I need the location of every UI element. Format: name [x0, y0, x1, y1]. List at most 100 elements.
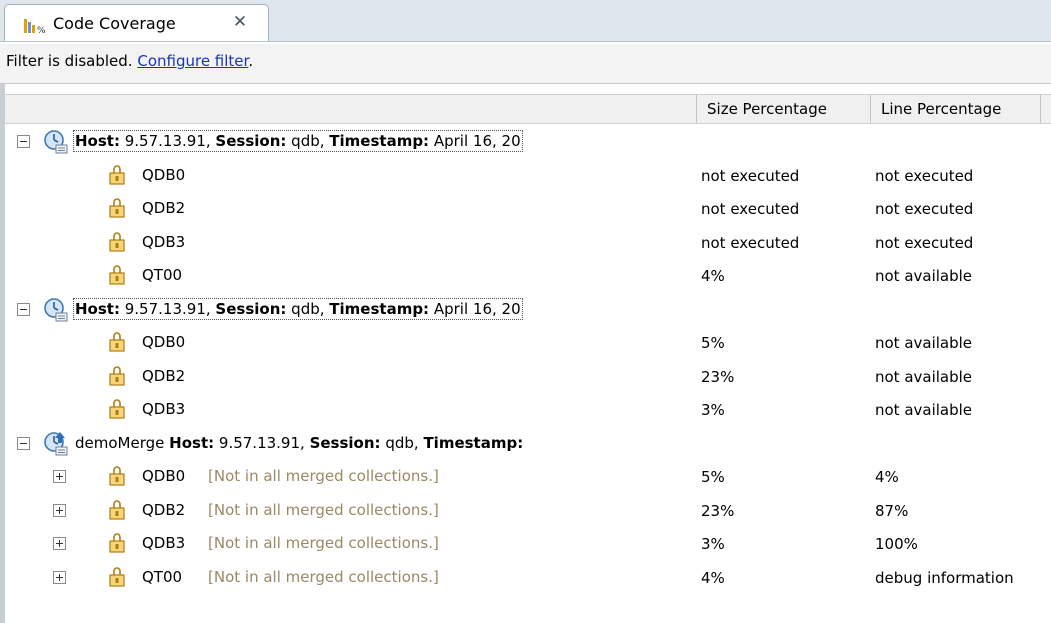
size-percentage: not executed: [701, 166, 800, 185]
timestamp-key: Timestamp:: [329, 132, 430, 150]
expand-toggle-icon[interactable]: [53, 503, 66, 517]
program-name: QDB2: [142, 500, 186, 519]
host-value: 9.57.13.91,: [124, 299, 211, 318]
size-percentage: 5%: [701, 468, 725, 486]
program-name: QT00: [142, 266, 183, 284]
collapse-toggle-icon[interactable]: [17, 436, 30, 450]
host-key: Host:: [75, 299, 120, 318]
program-row[interactable]: QDB2 [Not in all merged collections.] 23% 8…: [5, 494, 1051, 528]
merge-note: [Not in all merged collections.]: [208, 467, 439, 485]
program-row[interactable]: QDB3 [Not in all merged collections.] 3% 10…: [5, 527, 1051, 561]
program-name: QT00: [142, 567, 183, 586]
merge-name: demoMerge: [75, 433, 165, 452]
session-value: qdb,: [291, 132, 325, 150]
program-row[interactable]: QDB3 not executed not executed: [5, 226, 1051, 260]
session-key: Session:: [309, 433, 381, 452]
expand-toggle-icon[interactable]: [53, 570, 66, 584]
line-percentage: not executed: [875, 233, 974, 252]
tab-code-coverage[interactable]: % Code Coverage ✕: [4, 4, 269, 41]
size-percentage: not executed: [701, 200, 800, 218]
program-name: QDB2: [142, 366, 186, 385]
session-row[interactable]: demoMerge Host: 9.57.13.91, Session: qdb…: [5, 427, 1051, 461]
coverage-chart-icon: %: [24, 19, 46, 34]
session-key: Session:: [215, 299, 287, 318]
configure-filter-link[interactable]: Configure filter: [137, 52, 248, 70]
timestamp-value: April 16, 20: [433, 299, 521, 318]
host-value: 9.57.13.91,: [218, 433, 305, 452]
expand-toggle-icon[interactable]: [53, 537, 66, 550]
host-key: Host:: [169, 433, 215, 452]
line-percentage: not executed: [875, 166, 974, 185]
column-header: Size Percentage Line Percentage: [5, 94, 1051, 124]
program-row[interactable]: QDB0 [Not in all merged collections.] 5% 4%: [5, 460, 1051, 494]
size-percentage: 5%: [701, 334, 725, 352]
program-row[interactable]: QDB0 5% not available: [5, 326, 1051, 360]
session-row[interactable]: Host: 9.57.13.91, Session: qdb, Timestam…: [5, 125, 1051, 159]
size-percentage: 23%: [701, 501, 735, 520]
program-object-icon: [108, 198, 126, 218]
merged-session-icon: [43, 431, 69, 457]
program-row[interactable]: QDB2 not executed not executed: [5, 192, 1051, 226]
filter-status-bar: Filter is disabled. Configure filter.: [0, 44, 1051, 84]
line-percentage: not available: [875, 334, 973, 352]
merge-note: [Not in all merged collections.]: [208, 534, 439, 552]
program-object-icon: [108, 533, 126, 553]
merge-note: [Not in all merged collections.]: [208, 500, 439, 519]
program-row[interactable]: QT00 4% not available: [5, 259, 1051, 293]
size-percentage: 3%: [701, 535, 725, 553]
line-percentage: not available: [875, 401, 973, 419]
program-row[interactable]: QDB2 23% not available: [5, 360, 1051, 394]
program-name: QDB3: [142, 232, 186, 251]
filter-status-text: Filter is disabled.: [6, 52, 138, 70]
collapse-toggle-icon[interactable]: [17, 302, 30, 316]
host-value: 9.57.13.91,: [124, 132, 211, 150]
program-object-icon: [108, 265, 126, 285]
clock-session-icon: [43, 297, 69, 323]
size-percentage: 4%: [701, 267, 725, 285]
clock-session-icon: [43, 129, 69, 155]
collapse-toggle-icon[interactable]: [17, 135, 30, 148]
program-name: QDB2: [142, 199, 186, 217]
timestamp-key: Timestamp:: [329, 299, 430, 318]
program-object-icon: [108, 365, 126, 386]
merge-note: [Not in all merged collections.]: [208, 567, 439, 586]
timestamp-value: April 16, 20: [433, 132, 521, 150]
program-name: QDB0: [142, 467, 186, 485]
session-label: Host: 9.57.13.91, Session: qdb, Timestam…: [73, 130, 523, 152]
program-name: QDB3: [142, 400, 186, 418]
program-object-icon: [108, 566, 126, 587]
program-row[interactable]: QDB3 3% not available: [5, 393, 1051, 427]
column-header-size[interactable]: Size Percentage: [697, 95, 871, 123]
host-key: Host:: [75, 132, 120, 150]
size-percentage: 23%: [701, 367, 735, 386]
program-object-icon: [108, 499, 126, 520]
program-object-icon: [108, 399, 126, 419]
program-name: QDB0: [142, 165, 186, 184]
session-key: Session:: [215, 132, 287, 150]
line-percentage: not available: [875, 267, 973, 285]
filter-status-end: .: [248, 52, 254, 70]
column-header-name[interactable]: [5, 95, 697, 123]
filter-status: Filter is disabled. Configure filter.: [6, 52, 253, 70]
svg-text:%: %: [37, 26, 46, 34]
session-label: demoMerge Host: 9.57.13.91, Session: qdb…: [75, 434, 523, 452]
program-name: QDB0: [142, 333, 186, 351]
column-header-line[interactable]: Line Percentage: [871, 95, 1041, 123]
program-row[interactable]: QT00 [Not in all merged collections.] 4% de…: [5, 561, 1051, 595]
session-value: qdb,: [385, 433, 419, 452]
program-row[interactable]: QDB0 not executed not executed: [5, 159, 1051, 193]
session-value: qdb,: [291, 299, 325, 318]
size-percentage: 4%: [701, 568, 725, 587]
tab-title: Code Coverage: [53, 14, 176, 33]
expand-toggle-icon[interactable]: [53, 470, 66, 483]
program-object-icon: [108, 466, 126, 486]
view-tab-bar: % Code Coverage ✕: [0, 0, 1051, 42]
line-percentage: 4%: [875, 468, 899, 486]
line-percentage: not executed: [875, 200, 974, 218]
program-object-icon: [108, 332, 126, 352]
session-row[interactable]: Host: 9.57.13.91, Session: qdb, Timestam…: [5, 293, 1051, 327]
timestamp-key: Timestamp:: [423, 433, 524, 452]
close-icon[interactable]: ✕: [231, 13, 249, 31]
size-percentage: 3%: [701, 401, 725, 419]
program-name: QDB3: [142, 534, 186, 552]
